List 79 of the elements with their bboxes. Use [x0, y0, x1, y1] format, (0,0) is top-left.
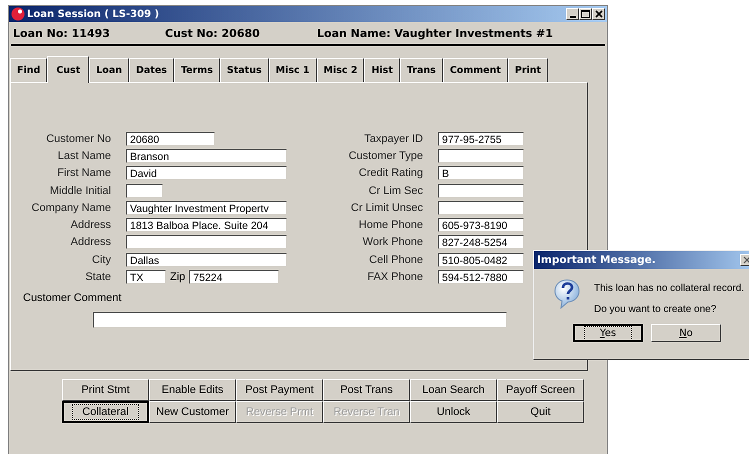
- input-field[interactable]: 977-95-2755: [438, 132, 524, 146]
- field-label: State: [84, 271, 112, 284]
- action-button[interactable]: Post Trans: [323, 379, 410, 401]
- input-field[interactable]: David: [126, 166, 287, 180]
- close-button[interactable]: [592, 8, 605, 20]
- dialog-message: Do you want to create one?: [594, 304, 718, 315]
- action-button[interactable]: Payoff Screen: [497, 379, 584, 401]
- header-label: Cust No: 20680: [165, 26, 260, 40]
- action-button[interactable]: New Customer: [149, 401, 236, 423]
- action-button[interactable]: Print Stmt: [62, 379, 149, 401]
- input-field[interactable]: 1813 Balboa Place. Suite 204: [126, 218, 287, 232]
- tab[interactable]: Find: [10, 58, 48, 82]
- tab[interactable]: Comment: [442, 58, 508, 82]
- action-button[interactable]: Loan Search: [410, 379, 497, 401]
- window-title: Loan Session ( LS-309 ): [27, 8, 160, 20]
- field-label: Zip: [169, 271, 186, 284]
- tab[interactable]: Print: [508, 58, 548, 82]
- tab[interactable]: Trans: [400, 58, 443, 82]
- input-field[interactable]: 594-512-7880: [438, 270, 524, 284]
- action-button[interactable]: Enable Edits: [149, 379, 236, 401]
- input-field[interactable]: [438, 148, 524, 163]
- tab[interactable]: Misc 1: [268, 58, 317, 82]
- close-icon: [743, 256, 749, 264]
- field-label: Company Name: [30, 202, 112, 214]
- tab[interactable]: Terms: [174, 58, 220, 82]
- dialog-title: Important Message.: [537, 254, 656, 266]
- action-button[interactable]: Collateral: [62, 401, 149, 423]
- input-field[interactable]: [438, 200, 524, 215]
- field-label: Customer Comment: [23, 292, 122, 304]
- input-field[interactable]: [126, 235, 287, 250]
- field-label: Work Phone: [362, 236, 424, 248]
- input-field[interactable]: 510-805-0482: [438, 252, 524, 267]
- tab[interactable]: Cust: [47, 56, 90, 83]
- tab[interactable]: Loan: [89, 58, 130, 82]
- field-label: First Name: [56, 167, 112, 180]
- comment-field[interactable]: [93, 312, 507, 328]
- input-field[interactable]: Dallas: [126, 252, 287, 267]
- maximize-icon: [581, 10, 590, 18]
- input-field[interactable]: [126, 184, 163, 198]
- input-field[interactable]: 605-973-8190: [438, 218, 524, 232]
- dialog-button[interactable]: Yes: [573, 324, 643, 342]
- field-label: Customer No: [45, 132, 112, 145]
- input-field[interactable]: 827-248-5254: [438, 235, 524, 250]
- field-label: Taxpayer ID: [363, 132, 424, 145]
- field-label: Home Phone: [358, 219, 424, 232]
- close-icon: [594, 10, 602, 18]
- input-field[interactable]: 75224: [189, 270, 280, 284]
- field-label: Credit Rating: [358, 167, 424, 180]
- maximize-button[interactable]: [579, 8, 592, 20]
- input-field[interactable]: Vaughter Investment Propertv: [126, 200, 287, 215]
- header-label: Loan Name: Vaughter Investments #1: [317, 26, 553, 40]
- tab[interactable]: Dates: [129, 58, 174, 82]
- tab[interactable]: Misc 2: [316, 58, 364, 82]
- action-button[interactable]: Post Payment: [236, 379, 323, 401]
- minimize-button[interactable]: [566, 8, 579, 20]
- header-label: Loan No: 11493: [13, 26, 110, 40]
- field-label: Customer Type: [348, 150, 424, 162]
- field-label: Middle Initial: [48, 184, 112, 197]
- dialog-button[interactable]: No: [651, 324, 721, 342]
- field-label: Cr Limit Unsec: [350, 202, 424, 214]
- action-button[interactable]: Unlock: [410, 401, 497, 423]
- field-label: Address: [70, 236, 112, 248]
- field-label: Cell Phone: [368, 254, 424, 266]
- field-label: City: [91, 254, 112, 266]
- question-icon: [554, 279, 580, 309]
- app-icon: [11, 7, 25, 21]
- field-label: Last Name: [56, 150, 112, 162]
- dialog-message: This loan has no collateral record.: [594, 283, 744, 294]
- input-field[interactable]: [438, 184, 524, 198]
- field-label: Address: [70, 219, 112, 232]
- input-field[interactable]: Branson: [126, 148, 287, 163]
- input-field[interactable]: 20680: [126, 132, 215, 146]
- input-field[interactable]: B: [438, 166, 524, 180]
- field-label: FAX Phone: [366, 271, 424, 284]
- field-label: Cr Lim Sec: [368, 184, 424, 197]
- input-field[interactable]: TX: [126, 270, 166, 284]
- tab[interactable]: Status: [220, 58, 269, 82]
- action-button[interactable]: Quit: [497, 401, 584, 423]
- tab[interactable]: Hist: [364, 58, 400, 82]
